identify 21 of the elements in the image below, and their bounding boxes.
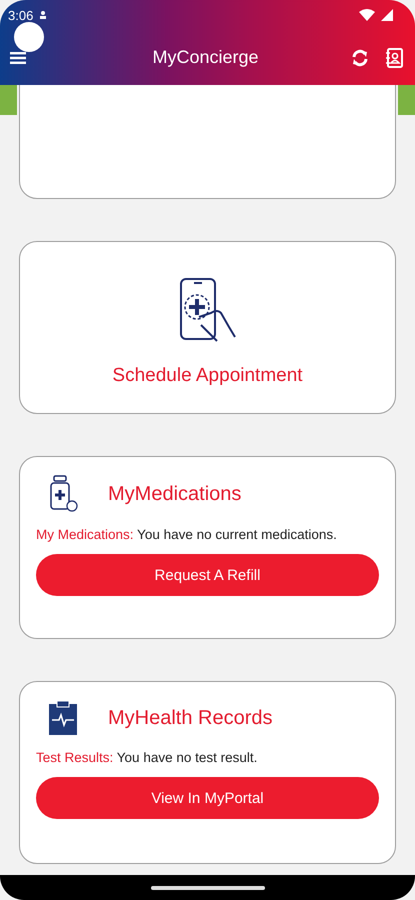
camera-cutout: [14, 22, 44, 52]
status-time: 3:06: [8, 8, 34, 22]
signal-icon: [381, 9, 393, 21]
card-title: Schedule Appointment: [112, 364, 303, 386]
home-indicator[interactable]: [150, 886, 264, 890]
clipboard-heartbeat-icon: [48, 700, 78, 736]
wifi-icon: [359, 9, 375, 21]
card-button[interactable]: Request A Refill: [36, 554, 379, 596]
card-title: MyHealth Records: [108, 706, 273, 730]
contact-book-icon[interactable]: [385, 48, 403, 68]
medicine-bottle-icon: [48, 475, 78, 513]
card-description: Test Results: You have no test result.: [36, 750, 258, 765]
app-title: MyConcierge: [151, 47, 260, 68]
card-description: My Medications: You have no current medications.: [36, 527, 338, 542]
refresh-icon[interactable]: [351, 48, 369, 66]
phone-tap-icon: [178, 276, 236, 342]
card-title: MyMedications: [108, 482, 242, 506]
menu-icon[interactable]: [10, 52, 26, 64]
schedule-card[interactable]: Schedule Appointment: [19, 241, 396, 414]
card-button[interactable]: View In MyPortal: [36, 777, 379, 819]
notification-icon: [39, 10, 48, 20]
